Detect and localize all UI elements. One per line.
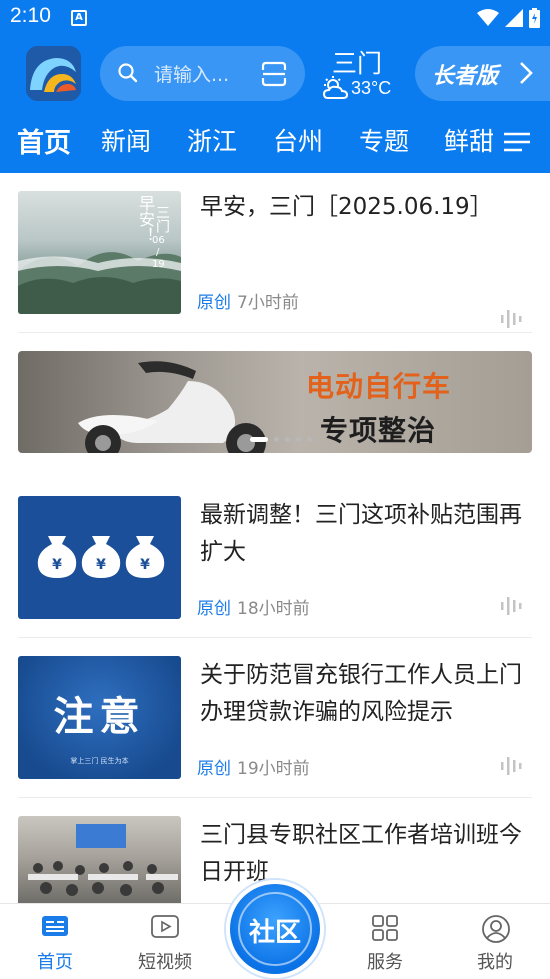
sunny-cloudy-icon [322,76,349,99]
profile-icon [482,915,510,943]
tab-taizhou[interactable]: 台州 [273,122,323,158]
carousel-dot [274,437,279,442]
news-title: 关于防范冒充银行工作人员上门办理贷款诈骗的风险提示 [200,662,522,725]
wifi-icon [477,9,499,26]
thumb-slash: / [156,247,160,258]
nav-services[interactable]: 服务 [340,904,430,979]
elder-mode-button[interactable]: 长者版 [415,46,550,101]
carousel-indicator [250,437,312,442]
svg-text:¥: ¥ [52,557,62,573]
news-title: 最新调整！三门这项补贴范围再扩大 [200,502,522,565]
grid-services-icon [372,915,398,941]
scan-icon[interactable] [261,61,287,87]
svg-text:¥: ¥ [96,557,106,573]
news-source: 原创 [197,599,231,619]
news-time: 7小时前 [237,293,299,313]
signal-icon [505,9,523,27]
tab-xiantian[interactable]: 鲜甜 [444,122,494,158]
audio-play-icon[interactable] [500,309,522,329]
status-time: 2:10 [10,4,51,27]
thumb-place: 三门 [154,205,170,233]
nav-services-label: 服务 [367,952,403,973]
audio-play-icon[interactable] [500,596,522,616]
banner-carousel[interactable]: 电动自行车 专项整治 [18,351,532,453]
nav-short-video-label: 短视频 [138,952,192,973]
status-icons [477,8,540,28]
nav-mine[interactable]: 我的 [450,904,540,979]
app-logo-graphic [26,46,81,101]
app-screen: 2:10 A 请输入... 三门 33°C 长者版 首页 新闻 浙江 台州 专题… [0,0,550,979]
nav-short-video[interactable]: 短视频 [120,904,210,979]
news-thumbnail: 早安！ 三门 06 / 19 [18,191,181,314]
search-bar[interactable]: 请输入... [100,46,305,101]
carousel-dot-active [250,437,268,442]
thumb-day: 19 [152,259,165,270]
news-item[interactable]: ¥ ¥ ¥ 最新调整！三门这项补贴范围再扩大 原创 18小时前 [18,496,532,619]
tab-topics[interactable]: 专题 [359,122,409,158]
status-bar: 2:10 A [0,0,550,36]
tab-news[interactable]: 新闻 [101,122,151,158]
weather-temperature: 33°C [351,78,392,98]
thumb-notice-text: 注意 [53,694,146,740]
news-time: 19小时前 [237,759,310,779]
carousel-dot [307,437,312,442]
news-thumbnail: 注意 掌上三门 民生为本 [18,656,181,779]
community-label: 社区 [248,918,301,948]
divider [18,637,532,638]
chevron-right-icon [520,62,533,84]
news-source: 原创 [197,759,231,779]
news-source: 原创 [197,293,231,313]
money-bags-image: ¥ ¥ ¥ [37,536,165,578]
nav-home-label: 首页 [37,952,73,973]
nav-home[interactable]: 首页 [10,904,100,979]
news-thumbnail [18,816,181,906]
divider [18,797,532,798]
news-meta: 原创 18小时前 [197,594,310,619]
news-meta: 原创 7小时前 [197,288,299,313]
training-class-image [28,824,178,896]
elder-mode-label: 长者版 [432,64,499,89]
news-item[interactable]: 早安！ 三门 06 / 19 早安，三门［2025.06.19］ 原创 7小时前 [18,191,532,328]
battery-icon [529,8,540,28]
divider [18,332,532,333]
news-item[interactable]: 注意 掌上三门 民生为本 关于防范冒充银行工作人员上门办理贷款诈骗的风险提示 原… [18,656,532,779]
sim-icon: A [71,10,87,26]
news-time: 18小时前 [237,599,310,619]
community-button[interactable]: 社区 [226,880,324,978]
search-placeholder: 请输入... [154,64,230,86]
app-logo[interactable] [26,46,81,101]
svg-text:¥: ¥ [140,557,150,573]
thumb-month: 06 [152,235,165,246]
carousel-dot [296,437,301,442]
banner-title-line1: 电动自行车 [306,370,452,403]
top-header: 2:10 A 请输入... 三门 33°C 长者版 首页 新闻 浙江 台州 专题… [0,0,550,173]
banner-title-line2: 专项整治 [320,414,437,447]
news-title: 早安，三门［2025.06.19］ [200,194,493,220]
tab-home[interactable]: 首页 [17,121,71,160]
weather-city: 三门 [332,49,383,78]
home-news-icon [42,916,68,936]
news-title: 三门县专职社区工作者培训班今日开班 [200,822,522,885]
thumb-slogan: 掌上三门 民生为本 [70,757,129,765]
nav-mine-label: 我的 [477,952,513,973]
video-play-icon [151,915,179,938]
carousel-dot [285,437,290,442]
menu-icon[interactable] [504,132,530,152]
tab-zhejiang[interactable]: 浙江 [187,122,237,158]
channel-tabs: 首页 新闻 浙江 台州 专题 鲜甜 [0,118,550,168]
search-icon [118,63,138,83]
news-thumbnail: ¥ ¥ ¥ [18,496,181,619]
news-meta: 原创 19小时前 [197,754,310,779]
audio-play-icon[interactable] [500,756,522,776]
